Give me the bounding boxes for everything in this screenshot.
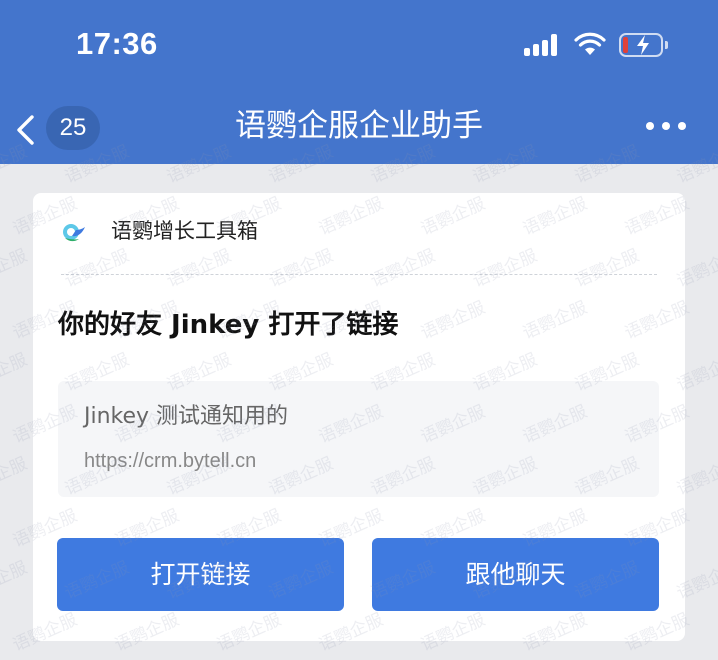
divider <box>61 274 657 275</box>
watermark-text: 语鹦企服 <box>0 557 31 604</box>
status-bar: 17:36 <box>0 0 718 92</box>
watermark-text: 语鹦企服 <box>0 453 31 500</box>
status-time: 17:36 <box>76 26 158 61</box>
watermark-text: 语鹦企服 <box>0 245 31 292</box>
app-name: 语鹦增长工具箱 <box>111 219 258 243</box>
more-dots-icon[interactable] <box>642 114 690 138</box>
notification-headline: 你的好友 Jinkey 打开了链接 <box>58 310 399 340</box>
wifi-icon <box>574 32 606 55</box>
message-card: 语鹦增长工具箱 你的好友 Jinkey 打开了链接 Jinkey 测试通知用的 … <box>33 193 685 641</box>
chat-button[interactable]: 跟他聊天 <box>372 538 659 611</box>
link-url: https://crm.bytell.cn <box>84 450 257 472</box>
link-title: Jinkey 测试通知用的 <box>84 404 289 429</box>
battery-charging-icon <box>619 33 668 57</box>
signal-icon <box>524 34 562 56</box>
nav-bar: 25 语鹦企服企业助手 <box>0 92 718 164</box>
open-link-button[interactable]: 打开链接 <box>57 538 344 611</box>
link-preview[interactable]: Jinkey 测试通知用的 https://crm.bytell.cn <box>58 381 659 497</box>
page-title: 语鹦企服企业助手 <box>235 108 483 144</box>
watermark-text: 语鹦企服 <box>0 349 31 396</box>
app-logo-icon <box>63 224 85 242</box>
